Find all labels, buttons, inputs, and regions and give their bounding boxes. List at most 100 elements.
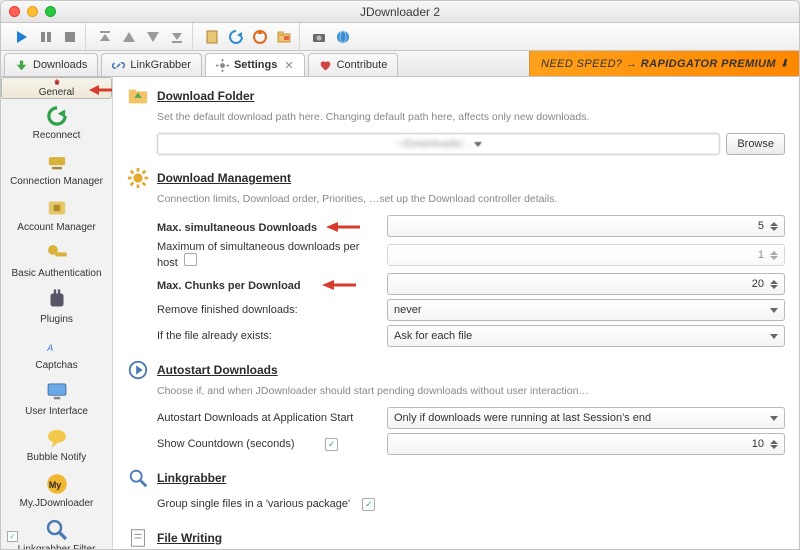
minimize-window-icon[interactable] — [27, 6, 38, 17]
sidebar-label-myjd: My.JDownloader — [20, 498, 94, 509]
camera-icon[interactable] — [308, 26, 330, 48]
settings-sidebar: General Reconnect Connection Manager Acc… — [1, 77, 113, 549]
sidebar-item-captchas[interactable]: A Captchas — [1, 329, 112, 375]
banner-text2: RAPIDGATOR PREMIUM — [641, 58, 776, 70]
captcha-icon: A — [44, 333, 70, 359]
label-group: Group single files in a 'various package… — [157, 498, 387, 511]
sidebar-item-connection[interactable]: Connection Manager — [1, 145, 112, 191]
sidebar-item-reconnect[interactable]: Reconnect — [1, 99, 112, 145]
plug-icon — [44, 287, 70, 313]
sidebar-label-bubble: Bubble Notify — [27, 452, 86, 463]
myjd-icon: My — [44, 471, 70, 497]
download-path-field[interactable]: ~/Downloads/… — [157, 133, 720, 155]
section-title-file: File Writing — [157, 531, 222, 545]
play-button[interactable] — [11, 26, 33, 48]
exists-select[interactable]: Ask for each file — [387, 325, 785, 347]
countdown-checkbox[interactable]: ✓ — [325, 438, 338, 451]
section-title-folder: Download Folder — [157, 89, 254, 103]
sidebar-checkbox-lgfilter[interactable]: ✓ — [7, 531, 18, 542]
tab-contribute[interactable]: Contribute — [308, 53, 399, 76]
move-bottom-button[interactable] — [166, 26, 188, 48]
bubble-icon — [44, 425, 70, 451]
countdown-spinner[interactable]: 10 — [387, 433, 785, 455]
annotation-arrow-icon — [322, 279, 356, 291]
maximize-window-icon[interactable] — [45, 6, 56, 17]
maxperhost-spinner: 1 — [387, 244, 785, 266]
group-checkbox[interactable]: ✓ — [362, 498, 375, 511]
globe-icon[interactable] — [332, 26, 354, 48]
move-up-button[interactable] — [118, 26, 140, 48]
label-maxsim: Max. simultaneous Downloads — [157, 219, 387, 234]
move-down-button[interactable] — [142, 26, 164, 48]
tab-downloads[interactable]: Downloads — [4, 53, 98, 76]
tab-settings-close-icon[interactable]: ✕ — [284, 59, 293, 72]
open-folder-icon[interactable] — [273, 26, 295, 48]
key-icon — [44, 241, 70, 267]
reconnect-icon[interactable] — [225, 26, 247, 48]
svg-text:My: My — [48, 480, 60, 490]
autostart-icon — [127, 359, 149, 381]
sidebar-label-general: General — [39, 87, 75, 98]
label-maxchunks: Max. Chunks per Download — [157, 277, 387, 292]
section-title-auto: Autostart Downloads — [157, 363, 278, 377]
titlebar: JDownloader 2 — [1, 1, 799, 23]
svg-text:A: A — [46, 343, 53, 353]
tab-linkgrabber[interactable]: LinkGrabber — [101, 53, 202, 76]
maxchunks-spinner[interactable]: 20 — [387, 273, 785, 295]
house-icon — [44, 78, 70, 86]
clipboard-icon[interactable] — [201, 26, 223, 48]
tab-settings[interactable]: Settings ✕ — [205, 53, 305, 76]
linkgrab-icon — [127, 467, 149, 489]
sidebar-item-myjd[interactable]: My My.JDownloader — [1, 467, 112, 513]
label-maxperhost: Maximum of simultaneous downloads per ho… — [157, 241, 387, 269]
annotation-arrow-icon — [89, 84, 113, 96]
sidebar-label-reconnect: Reconnect — [33, 130, 81, 141]
sidebar-item-general[interactable]: General — [1, 77, 112, 99]
browse-button[interactable]: Browse — [726, 133, 785, 155]
stop-button[interactable] — [59, 26, 81, 48]
update-icon[interactable] — [249, 26, 271, 48]
folder-icon — [127, 85, 149, 107]
sidebar-label-basicauth: Basic Authentication — [11, 268, 101, 279]
maxperhost-checkbox[interactable] — [184, 253, 197, 266]
sidebar-item-plugins[interactable]: Plugins — [1, 283, 112, 329]
sidebar-item-account[interactable]: Account Manager — [1, 191, 112, 237]
tab-linkgrabber-label: LinkGrabber — [130, 59, 191, 71]
window-title: JDownloader 2 — [9, 5, 791, 19]
main-toolbar — [1, 23, 799, 51]
settings-content: Download Folder Set the default download… — [113, 77, 799, 549]
sidebar-label-ui: User Interface — [25, 406, 88, 417]
sidebar-item-ui[interactable]: User Interface — [1, 375, 112, 421]
maxsim-spinner[interactable]: 5 — [387, 215, 785, 237]
reconnect-icon — [44, 103, 70, 129]
sidebar-item-lgfilter[interactable]: ✓ Linkgrabber Filter — [1, 513, 112, 549]
annotation-arrow-icon — [326, 221, 360, 233]
label-exists: If the file already exists: — [157, 330, 387, 342]
sidebar-label-lgfilter: Linkgrabber Filter — [18, 544, 96, 549]
label-remove: Remove finished downloads: — [157, 304, 387, 316]
tab-contribute-label: Contribute — [337, 59, 388, 71]
sidebar-item-basicauth[interactable]: Basic Authentication — [1, 237, 112, 283]
section-desc-mgmt: Connection limits, Download order, Prior… — [157, 193, 785, 205]
close-window-icon[interactable] — [9, 6, 20, 17]
tab-bar: Downloads LinkGrabber Settings ✕ Contrib… — [1, 51, 799, 77]
pause-button[interactable] — [35, 26, 57, 48]
remove-select[interactable]: never — [387, 299, 785, 321]
monitor-icon — [44, 379, 70, 405]
section-title-mgmt: Download Management — [157, 171, 291, 185]
download-arrow-icon: ⬇ — [779, 57, 789, 70]
network-icon — [44, 149, 70, 175]
label-countdown: Show Countdown (seconds) ✓ — [157, 438, 387, 451]
tab-settings-label: Settings — [234, 59, 277, 71]
sidebar-item-bubble[interactable]: Bubble Notify — [1, 421, 112, 467]
sidebar-label-account: Account Manager — [17, 222, 95, 233]
tab-downloads-label: Downloads — [33, 59, 87, 71]
atstart-select[interactable]: Only if downloads were running at last S… — [387, 407, 785, 429]
premium-banner[interactable]: NEED SPEED? → RAPIDGATOR PREMIUM ⬇ — [529, 51, 799, 76]
move-top-button[interactable] — [94, 26, 116, 48]
section-title-link: Linkgrabber — [157, 471, 226, 485]
banner-text1: NEED SPEED? → — [541, 58, 637, 70]
sidebar-label-plugins: Plugins — [40, 314, 73, 325]
sidebar-label-captchas: Captchas — [35, 360, 77, 371]
magnifier-icon — [44, 517, 70, 543]
